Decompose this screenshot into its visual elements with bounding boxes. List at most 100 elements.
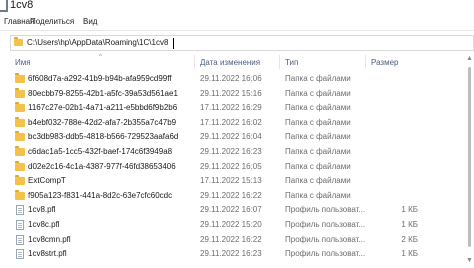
window-title: 1cv8: [10, 0, 34, 11]
folder-icon: [15, 160, 25, 171]
folder-icon: [15, 116, 25, 127]
folder-row[interactable]: b4ebf032-788e-42d2-afa7-2b355a7c47b9 17.1…: [0, 116, 474, 129]
file-name: 1cv8strt.pfl: [28, 249, 67, 259]
folder-icon: [15, 102, 25, 113]
file-name: 1cv8cmn.pfl: [28, 234, 71, 244]
folder-row[interactable]: 80ecbb79-8255-42b1-a5fc-39a53d561ae1 29.1…: [0, 87, 474, 100]
folder-row[interactable]: 6f608d7a-a292-41b9-b94b-afa959cd99ff 29.1…: [0, 73, 474, 85]
folder-icon: [15, 131, 25, 142]
file-icon: [16, 249, 24, 260]
text-caret: [173, 38, 174, 49]
folder-row[interactable]: f905a123-f831-441a-8d2c-63e7cfc60cdc 29.1…: [0, 189, 474, 202]
file-row[interactable]: 1cv8.pfl 29.11.2022 16:07 Профиль пользова…: [0, 204, 474, 216]
column-header-size[interactable]: Размер: [371, 58, 399, 67]
folder-icon: [15, 102, 25, 113]
file-type: Папка с файлами: [285, 132, 351, 142]
folder-row[interactable]: bc3db983-ddb5-4818-b566-729523aafa6d 29.1…: [0, 131, 474, 143]
address-bar[interactable]: C:\Users\hp\AppData\Roaming\1C\1cv8: [10, 35, 474, 51]
scroll-up-icon[interactable]: ▲: [466, 55, 473, 62]
file-name: d02e2c16-4c1a-4387-977f-46fd38653406: [28, 161, 176, 171]
folder-icon: [15, 131, 25, 142]
address-path[interactable]: C:\Users\hp\AppData\Roaming\1C\1cv8: [27, 38, 168, 47]
file-name: 6f608d7a-a292-41b9-b94b-afa959cd99ff: [28, 74, 172, 83]
file-date: 29.11.2022 15:20: [200, 220, 262, 229]
file-date: 29.11.2022 16:23: [200, 147, 262, 156]
file-name: c6dac1a5-1cc5-432f-baef-174c6f3949a8: [28, 147, 173, 156]
file-name: ExtCompT: [28, 176, 66, 186]
file-date: 29.11.2022 16:04: [200, 132, 262, 142]
file-type: Папка с файлами: [285, 88, 351, 98]
file-name: 1167c27e-02b1-4a71-a211-e5bbd6f9b2b6: [28, 103, 178, 113]
back-arrow-icon[interactable]: [0, 0, 8, 12]
file-icon: [15, 249, 24, 260]
folder-icon: [15, 73, 25, 83]
folder-row[interactable]: c6dac1a5-1cc5-432f-baef-174c6f3949a8 29.1…: [0, 146, 474, 158]
folder-icon: [15, 189, 25, 200]
tab-share[interactable]: Поделиться: [30, 17, 74, 26]
folder-row[interactable]: d02e2c16-4c1a-4387-977f-46fd38653406 29.1…: [0, 160, 474, 173]
file-date: 17.11.2022 16:29: [200, 103, 262, 113]
file-type: Профиль пользоват...: [285, 234, 366, 244]
folder-icon: [15, 73, 25, 83]
file-date: 29.11.2022 16:22: [200, 234, 262, 244]
file-date: 29.11.2022 15:16: [200, 88, 262, 98]
file-date: 17.11.2022 16:02: [200, 117, 262, 127]
folder-icon: [15, 146, 25, 156]
file-icon: [15, 205, 24, 216]
folder-icon: [15, 87, 25, 98]
file-row[interactable]: 1cv8c.pfl 29.11.2022 15:20 Профиль пользов…: [0, 219, 474, 231]
folder-icon: [15, 146, 25, 156]
file-size: 2 КБ: [401, 234, 418, 244]
column-separator[interactable]: [194, 55, 195, 69]
ribbon-tabs: Главная Поделиться Вид: [0, 14, 474, 29]
file-type: Папка с файлами: [285, 190, 351, 200]
folder-row[interactable]: 1167c27e-02b1-4a71-a211-e5bbd6f9b2b6 17.1…: [0, 102, 474, 114]
tab-view[interactable]: Вид: [83, 17, 97, 26]
file-type: Папка с файлами: [285, 161, 351, 171]
sort-chevron-icon: ^: [99, 54, 102, 60]
vertical-scrollbar[interactable]: ▲ ▼: [464, 55, 474, 268]
column-header-type[interactable]: Тип: [285, 58, 298, 67]
folder-row[interactable]: ExtCompT 17.11.2022 15:13 Папка с файлами: [0, 175, 474, 187]
file-date: 29.11.2022 16:07: [200, 205, 262, 215]
folder-icon: [15, 175, 25, 186]
column-header-name[interactable]: Имя: [15, 58, 31, 67]
file-type: Папка с файлами: [285, 74, 351, 83]
file-icon: [16, 205, 24, 216]
file-type: Папка с файлами: [285, 103, 351, 113]
folder-icon: [14, 37, 23, 46]
file-type: Профиль пользоват...: [285, 205, 366, 215]
folder-icon: [15, 116, 25, 127]
file-type: Профиль пользоват...: [285, 249, 366, 259]
file-icon: [16, 220, 24, 230]
file-date: 29.11.2022 16:06: [200, 74, 262, 83]
file-name: bc3db983-ddb5-4818-b566-729523aafa6d: [28, 132, 179, 142]
file-row[interactable]: 1cv8strt.pfl 29.11.2022 16:23 Профиль поль…: [0, 248, 474, 260]
file-icon: [15, 220, 24, 231]
folder-icon: [15, 87, 25, 98]
file-name: b4ebf032-788e-42d2-afa7-2b355a7c47b9: [28, 117, 177, 127]
file-name: 80ecbb79-8255-42b1-a5fc-39a53d561ae1: [28, 88, 178, 98]
file-type: Профиль пользоват...: [285, 220, 366, 229]
file-icon: [16, 234, 24, 245]
file-type: Папка с файлами: [285, 176, 351, 186]
file-type: Папка с файлами: [285, 117, 351, 127]
column-header: ^ Имя Дата изменения Тип Размер: [0, 54, 474, 70]
column-separator[interactable]: [279, 55, 280, 69]
file-size: 1 КБ: [401, 220, 418, 229]
file-date: 29.11.2022 16:22: [200, 190, 262, 200]
file-name: 1cv8c.pfl: [28, 220, 60, 229]
ribbon-divider: [0, 30, 474, 31]
column-header-date[interactable]: Дата изменения: [200, 58, 260, 67]
file-name: f905a123-f831-441a-8d2c-63e7cfc60cdc: [28, 190, 173, 200]
file-size: 1 КБ: [401, 205, 418, 215]
scrollbar-thumb[interactable]: [468, 67, 471, 247]
column-separator[interactable]: [365, 55, 366, 69]
folder-icon: [15, 189, 25, 200]
scroll-down-icon[interactable]: ▼: [466, 257, 473, 264]
file-row[interactable]: 1cv8cmn.pfl 29.11.2022 16:22 Профиль польз…: [0, 234, 474, 246]
folder-icon: [15, 175, 25, 186]
file-date: 29.11.2022 16:05: [200, 161, 262, 171]
file-name: 1cv8.pfl: [28, 205, 56, 215]
file-date: 17.11.2022 15:13: [200, 176, 262, 186]
